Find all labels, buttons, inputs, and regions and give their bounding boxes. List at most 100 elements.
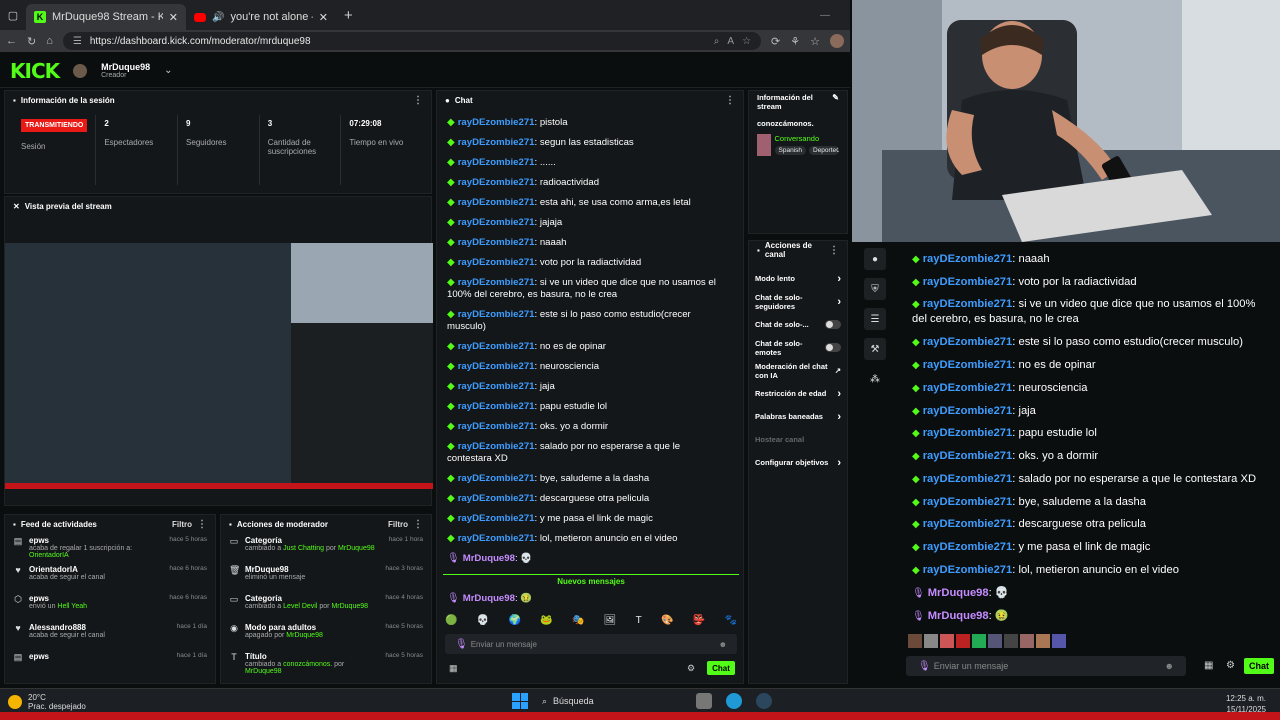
emote-icon[interactable] [988, 634, 1002, 648]
send-chat-button[interactable]: Chat [1244, 658, 1274, 674]
feed-item[interactable]: ♥ Alessandro888 acaba de seguir el canal h… [5, 620, 215, 649]
more-options-icon[interactable]: ⋮ [413, 95, 423, 106]
chat-username[interactable]: rayDEzombie271 [458, 197, 535, 208]
tag[interactable]: DeporteC [809, 146, 839, 155]
chat-username[interactable]: rayDEzombie271 [458, 137, 535, 148]
mod-action-item[interactable]: T Título cambiado a conozcámonos. por MrDu… [221, 649, 431, 678]
chat-username[interactable]: rayDEzombie271 [458, 157, 535, 168]
emote-icon[interactable]: 🎭 [572, 615, 584, 631]
favorite-icon[interactable]: ☆ [742, 36, 751, 47]
chat-username[interactable]: rayDEzombie271 [923, 473, 1013, 485]
more-options-icon[interactable]: ⋮ [725, 95, 735, 106]
emote-icon[interactable] [1036, 634, 1050, 648]
channel-action-item[interactable]: Chat de solo-seguidores › [749, 290, 847, 313]
emote-icon[interactable]: 🎨 [661, 615, 673, 631]
mod-action-item[interactable]: 🗑 MrDuque98 eliminó un mensaje hace 3 hora… [221, 562, 431, 591]
avatar[interactable] [73, 63, 88, 78]
mod-action-value[interactable]: MrDuque98 [286, 632, 323, 639]
back-icon[interactable]: ← [6, 35, 17, 47]
chat-username[interactable]: rayDEzombie271 [458, 401, 535, 412]
channel-action-item[interactable]: Palabras baneadas › [749, 405, 847, 428]
close-tab-icon[interactable]: ✕ [319, 11, 328, 24]
chat-username[interactable]: rayDEzombie271 [923, 564, 1013, 576]
new-tab-icon[interactable]: + [344, 7, 353, 24]
calendar-icon[interactable]: ▦ [1204, 660, 1213, 671]
zoom-icon[interactable]: ⌕ [714, 36, 720, 47]
feed-item[interactable]: ⬡ epws envió un Hell Yeah hace 6 horas [5, 591, 215, 620]
emote-icon[interactable]: 🌍 [508, 615, 520, 631]
chevron-down-icon[interactable]: ⌄ [164, 65, 172, 76]
filter-button[interactable]: Filtro [388, 520, 408, 529]
chat-username[interactable]: rayDEzombie271 [458, 473, 535, 484]
more-options-icon[interactable]: ⋮ [829, 245, 839, 256]
chat-username[interactable]: MrDuque98 [463, 593, 515, 604]
wrench-icon[interactable]: ⚒ [864, 338, 886, 360]
chat-username[interactable]: MrDuque98 [463, 553, 515, 564]
calendar-icon[interactable]: ▦ [449, 663, 458, 674]
browser-profile-icon[interactable] [830, 34, 844, 48]
channel-action-item[interactable]: Configurar objetivos › [749, 451, 847, 474]
mod-action-item[interactable]: ◉ Modo para adultos apagado por MrDuque98 … [221, 620, 431, 649]
feed-item-name[interactable]: OrientadorIA [29, 565, 163, 574]
emote-icon[interactable] [1052, 634, 1066, 648]
weather-widget[interactable]: 20°C Prac. despejado [8, 693, 86, 711]
refresh-icon[interactable]: ↻ [27, 35, 36, 48]
chat-username[interactable]: rayDEzombie271 [458, 309, 535, 320]
channel-action-item[interactable]: Restricción de edad › [749, 382, 847, 405]
toggle-switch[interactable] [825, 320, 841, 329]
chat-username[interactable]: rayDEzombie271 [458, 277, 535, 288]
edit-icon[interactable]: ✎ [832, 93, 839, 102]
emote-icon[interactable]: 🐸 [540, 615, 552, 631]
mod-action-by[interactable]: MrDuque98 [338, 545, 375, 552]
chat-username[interactable]: rayDEzombie271 [923, 518, 1013, 530]
close-tab-icon[interactable]: ✕ [169, 11, 178, 24]
minimize-icon[interactable]: — [820, 10, 830, 21]
more-options-icon[interactable]: ⋮ [197, 519, 207, 530]
feed-item-highlight[interactable]: Hell Yeah [57, 603, 87, 610]
chat-username[interactable]: rayDEzombie271 [923, 450, 1013, 462]
chat-username[interactable]: rayDEzombie271 [923, 276, 1013, 288]
file-explorer-icon[interactable] [696, 693, 712, 709]
emote-icon[interactable] [1020, 634, 1034, 648]
tab-kick-dashboard[interactable]: K MrDuque98 Stream - Kick Dashb ✕ [26, 4, 186, 30]
chat-username[interactable]: rayDEzombie271 [458, 217, 535, 228]
chat-username[interactable]: rayDEzombie271 [458, 513, 535, 524]
chat-username[interactable]: rayDEzombie271 [458, 533, 535, 544]
emoji-icon[interactable]: ☻ [719, 640, 727, 649]
chat-username[interactable]: rayDEzombie271 [458, 381, 535, 392]
chat-username[interactable]: rayDEzombie271 [458, 493, 535, 504]
site-info-icon[interactable]: ☰ [73, 36, 82, 47]
chat-username[interactable]: rayDEzombie271 [458, 257, 535, 268]
tab-youtube[interactable]: 🔊 you're not alone — dreamc ✕ [186, 4, 336, 30]
chat-username[interactable]: rayDEzombie271 [923, 359, 1013, 371]
mod-action-item[interactable]: ▭ Categoría cambiado a Just Chatting por M… [221, 533, 431, 562]
send-chat-button[interactable]: Chat [707, 661, 735, 675]
windows-start-icon[interactable] [512, 693, 528, 709]
list-icon[interactable]: ☰ [864, 308, 886, 330]
emote-icon[interactable] [924, 634, 938, 648]
shield-icon[interactable]: ⛨ [864, 278, 886, 300]
tab-actions-icon[interactable]: ▢ [0, 9, 26, 22]
feed-item-name[interactable]: Alessandro888 [29, 623, 171, 632]
taskbar-search[interactable]: ⌕ Búsqueda [542, 696, 682, 707]
chat-username[interactable]: rayDEzombie271 [458, 341, 535, 352]
kick-logo[interactable]: KICK [10, 59, 60, 83]
emote-icon[interactable]: 👺 [693, 615, 705, 631]
collections-icon[interactable]: ⚘ [790, 35, 800, 48]
emoji-icon[interactable]: ☻ [1165, 661, 1174, 671]
mod-action-value[interactable]: conozcámonos. [283, 661, 332, 668]
emote-icon[interactable] [972, 634, 986, 648]
feed-item[interactable]: ♥ OrientadorIA acaba de seguir el canal ha… [5, 562, 215, 591]
emote-icon[interactable] [1004, 634, 1018, 648]
feed-item[interactable]: ▤ epws hace 1 día [5, 649, 215, 678]
chat-username[interactable]: rayDEzombie271 [923, 405, 1013, 417]
filter-button[interactable]: Filtro [172, 520, 192, 529]
channel-action-item[interactable]: Modo lento › [749, 267, 847, 290]
emote-icon[interactable]: 🐾 [725, 615, 737, 631]
feed-item[interactable]: ▤ epws acaba de regalar 1 suscripción a: O… [5, 533, 215, 562]
emote-icon[interactable] [940, 634, 954, 648]
new-messages-divider[interactable]: Nuevos mensajes [443, 574, 739, 586]
settings-icon[interactable]: ⚙ [687, 663, 695, 674]
feed-item-highlight[interactable]: OrientadorIA [29, 552, 69, 559]
home-icon[interactable]: ⌂ [46, 35, 53, 47]
